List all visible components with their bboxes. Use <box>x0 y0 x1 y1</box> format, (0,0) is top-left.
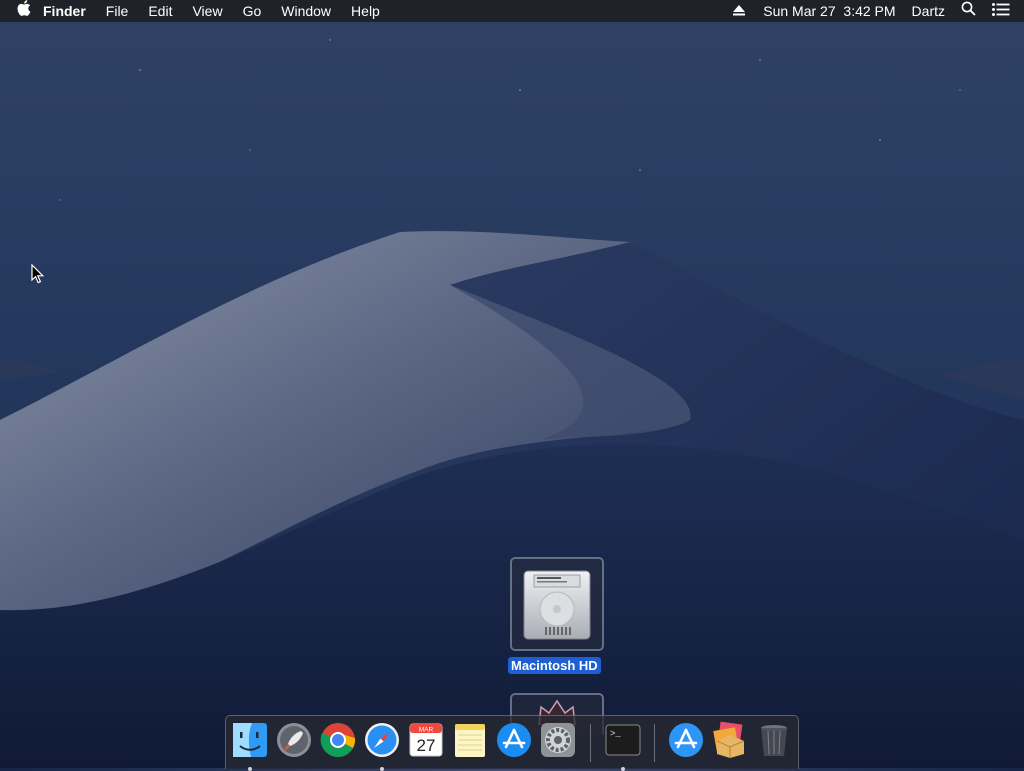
terminal-icon: >_ <box>605 724 641 756</box>
desktop-icon-macintosh-hd[interactable]: Macintosh HD <box>508 557 604 675</box>
dock-app-chrome[interactable] <box>319 721 357 761</box>
system-preferences-icon <box>541 723 575 757</box>
dock-app-system-preferences[interactable] <box>539 721 577 761</box>
user-name[interactable]: Dartz <box>902 0 951 22</box>
menu-bar: Finder File Edit View Go Window Help Sun… <box>0 0 1024 22</box>
dock-app-applications-folder[interactable] <box>667 721 705 761</box>
finder-icon <box>233 723 267 757</box>
dock: MAR 27 >_ <box>225 715 799 771</box>
menu-file[interactable]: File <box>96 0 139 22</box>
dock-app-trash[interactable] <box>755 721 793 761</box>
app-menu-finder[interactable]: Finder <box>33 0 96 22</box>
menu-extras: Sun Mar 27 3:42 PM Dartz <box>727 0 1024 22</box>
spotlight-search-icon[interactable] <box>951 0 982 22</box>
trash-icon <box>761 725 787 756</box>
dock-separator <box>654 724 655 762</box>
notes-icon <box>455 724 485 757</box>
calendar-month: MAR <box>419 727 434 734</box>
dock-app-notes[interactable] <box>451 721 489 761</box>
dock-app-calendar[interactable]: MAR 27 <box>407 721 445 761</box>
dock-separator <box>590 724 591 762</box>
notification-center-icon[interactable] <box>982 0 1024 22</box>
app-store-icon <box>497 723 531 757</box>
eject-icon[interactable] <box>727 0 757 22</box>
chrome-icon <box>320 723 356 758</box>
hard-drive-icon <box>510 557 604 651</box>
dock-app-safari[interactable] <box>363 721 401 771</box>
dock-app-finder[interactable] <box>231 721 269 771</box>
dock-app-launchpad[interactable] <box>275 721 313 761</box>
menu-view[interactable]: View <box>182 0 232 22</box>
menu-edit[interactable]: Edit <box>138 0 182 22</box>
macintosh-hd-label: Macintosh HD <box>508 657 601 674</box>
menu-help[interactable]: Help <box>341 0 390 22</box>
menu-go[interactable]: Go <box>233 0 272 22</box>
dock-app-packages-stack[interactable] <box>711 721 749 761</box>
clock[interactable]: Sun Mar 27 3:42 PM <box>757 0 901 22</box>
calendar-icon: MAR 27 <box>409 723 443 757</box>
dock-app-app-store[interactable] <box>495 721 533 761</box>
apple-menu-icon[interactable] <box>0 0 33 22</box>
menu-window[interactable]: Window <box>271 0 341 22</box>
mouse-cursor-icon <box>31 264 45 284</box>
calendar-day: 27 <box>417 736 436 755</box>
applications-folder-icon <box>669 723 703 757</box>
launchpad-icon <box>277 723 311 757</box>
dock-app-terminal[interactable]: >_ <box>604 721 642 771</box>
packages-stack-icon <box>713 721 745 758</box>
safari-icon <box>365 723 399 757</box>
terminal-prompt: >_ <box>610 729 621 739</box>
